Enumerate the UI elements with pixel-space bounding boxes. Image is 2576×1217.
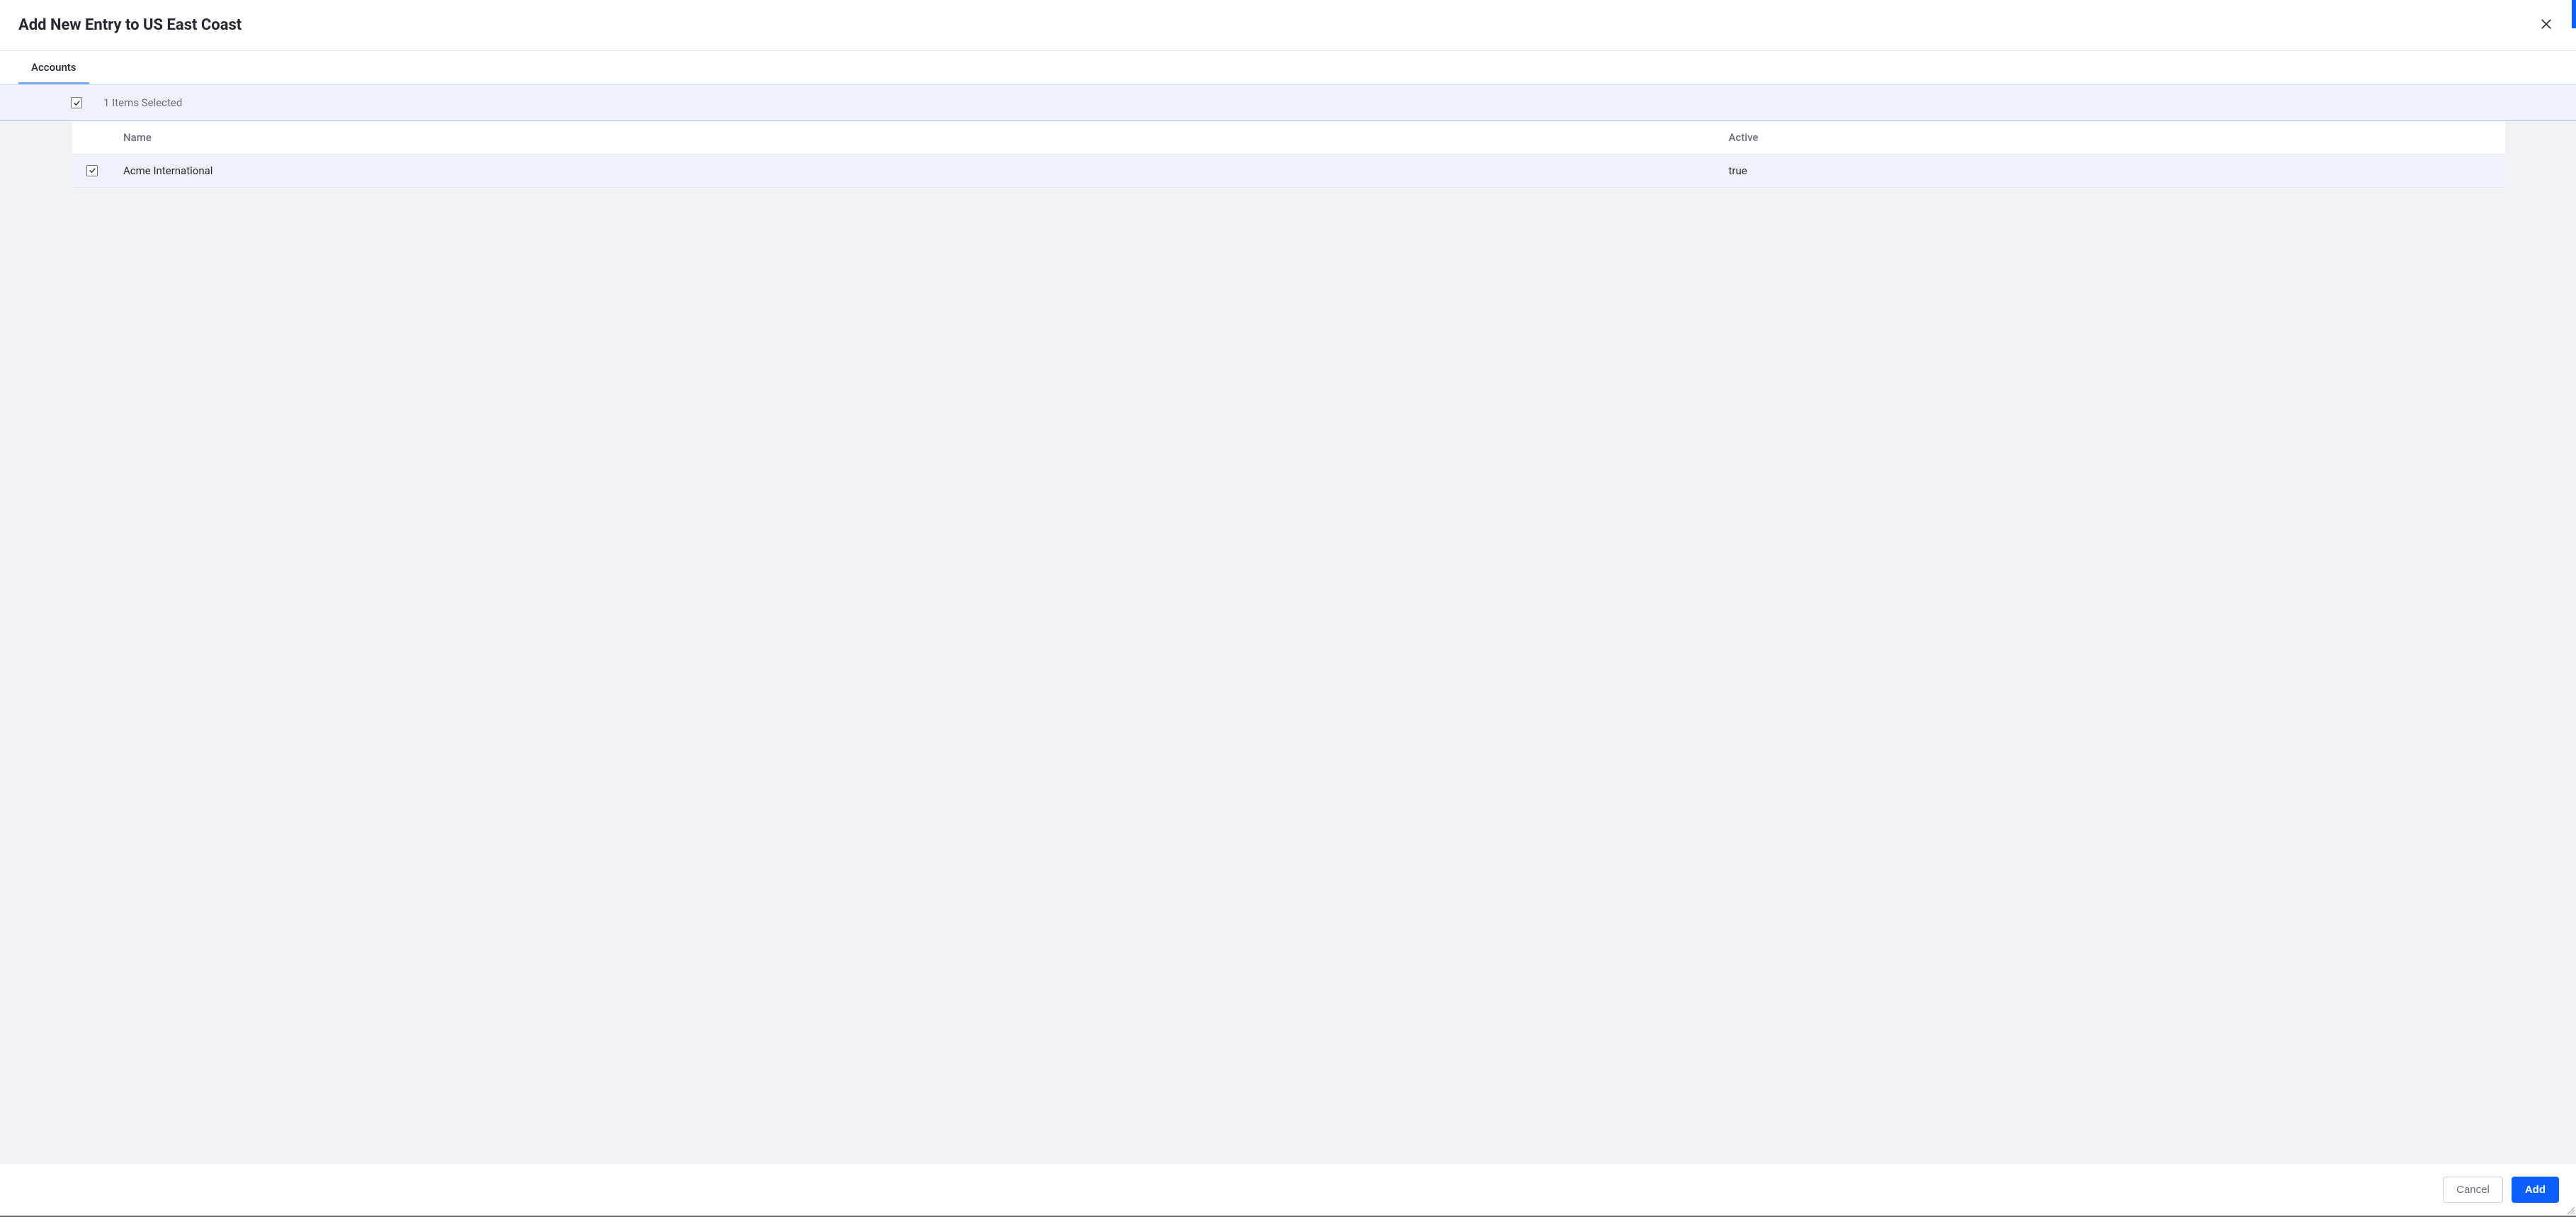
- select-all-checkbox[interactable]: [71, 97, 82, 108]
- row-name: Acme International: [109, 154, 1714, 188]
- add-button[interactable]: Add: [2512, 1177, 2559, 1203]
- row-active: true: [1714, 154, 2505, 188]
- close-icon: [2539, 17, 2553, 33]
- background-edge: [2572, 0, 2576, 28]
- col-name[interactable]: Name: [109, 121, 1714, 154]
- selection-summary-text: 1 Items Selected: [103, 96, 182, 109]
- tab-bar: Accounts: [0, 51, 2576, 84]
- selection-summary-bar: 1 Items Selected: [0, 84, 2576, 121]
- accounts-table: Name Active Acme Internatio: [72, 121, 2505, 188]
- col-active[interactable]: Active: [1714, 121, 2505, 154]
- modal-header: Add New Entry to US East Coast: [0, 0, 2576, 51]
- table-header-row: Name Active: [72, 121, 2505, 154]
- table-row[interactable]: Acme International true: [72, 154, 2505, 188]
- cancel-button[interactable]: Cancel: [2443, 1177, 2503, 1203]
- col-checkbox: [72, 121, 109, 154]
- modal-title: Add New Entry to US East Coast: [18, 16, 242, 34]
- modal-footer: Cancel Add: [0, 1163, 2576, 1216]
- tab-accounts[interactable]: Accounts: [18, 51, 89, 84]
- close-button[interactable]: [2535, 13, 2558, 38]
- row-checkbox[interactable]: [86, 165, 98, 176]
- modal-body: Name Active Acme Internatio: [0, 121, 2576, 1163]
- resize-grip-icon[interactable]: [2566, 1206, 2575, 1214]
- add-entry-modal: Add New Entry to US East Coast Accounts …: [0, 0, 2576, 1216]
